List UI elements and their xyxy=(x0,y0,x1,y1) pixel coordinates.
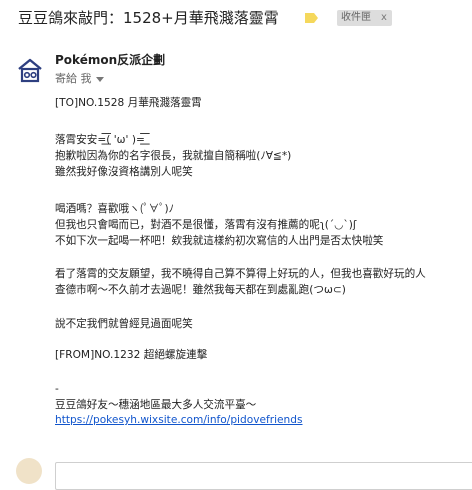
recipient-details[interactable]: 寄給 我 xyxy=(55,70,104,86)
folder-label-chip[interactable]: 收件匣 x xyxy=(337,10,392,26)
email-subject: 豆豆鴿來敲門：1528+月華飛濺落靈霄 xyxy=(18,9,279,27)
body-line: 看了落霄的交友願望，我不曉得自己算不算得上好玩的人，但我也喜歡好玩的人 xyxy=(55,268,426,280)
folder-label-text: 收件匣 xyxy=(341,12,371,23)
house-logo-icon xyxy=(18,58,42,83)
reply-area xyxy=(0,455,472,490)
remove-label-button[interactable]: x xyxy=(381,11,387,25)
body-line: 不如下次一起喝一杯吧！欸我就這樣約初次寫信的人出門是否太快啦笑 xyxy=(55,235,384,247)
avatar xyxy=(16,458,42,484)
body-line: - xyxy=(55,383,59,395)
body-line: 說不定我們就曾經見過面呢笑 xyxy=(55,318,193,330)
signature-link[interactable]: https://pokesyh.wixsite.com/info/pidovef… xyxy=(55,413,303,428)
chevron-down-icon[interactable] xyxy=(95,76,104,82)
body-line: 雖然我好像沒資格講別人呢笑 xyxy=(55,166,193,178)
body-line: 豆豆鴿好友～穗涵地區最大多人交流平臺～ xyxy=(55,399,257,411)
label-icon[interactable] xyxy=(305,13,318,23)
body-line: 抱歉啦因為你的名字很長，我就擅自簡稱啦(ﾉ∀≦*) xyxy=(55,150,292,162)
body-line: 落霄安安=͟͟͞͞( 'ω' )=͟͟͞͞ xyxy=(55,134,145,146)
reply-box[interactable] xyxy=(55,462,472,490)
body-line: [FROM]NO.1232 超絕螺旋連擊 xyxy=(55,349,208,361)
body-line: [TO]NO.1528 月華飛濺落靈霄 xyxy=(55,97,202,109)
subject-row: 豆豆鴿來敲門：1528+月華飛濺落靈霄 收件匣 x xyxy=(0,0,472,38)
sender-name[interactable]: Pokémon反派企劃 xyxy=(55,51,165,68)
sender-row: Pokémon反派企劃 寄給 我 xyxy=(0,46,472,90)
body-line: 查德市啊～不久前才去過呢！雖然我每天都在到處亂跑(つω⊂) xyxy=(55,284,346,296)
message-body: [TO]NO.1528 月華飛濺落靈霄 落霄安安=͟͟͞͞( 'ω' )=͟͟͞… xyxy=(55,92,472,432)
body-line: 但我也只會喝而已，對酒不是很懂，落霄有沒有推薦的呢ʅ(´◡`)ʃ xyxy=(55,219,357,231)
body-line: 喝酒嗎？喜歡哦ヽ(ﾟ∀ﾟ)ﾉ xyxy=(55,203,174,215)
recipient-text: 寄給 我 xyxy=(55,72,92,85)
